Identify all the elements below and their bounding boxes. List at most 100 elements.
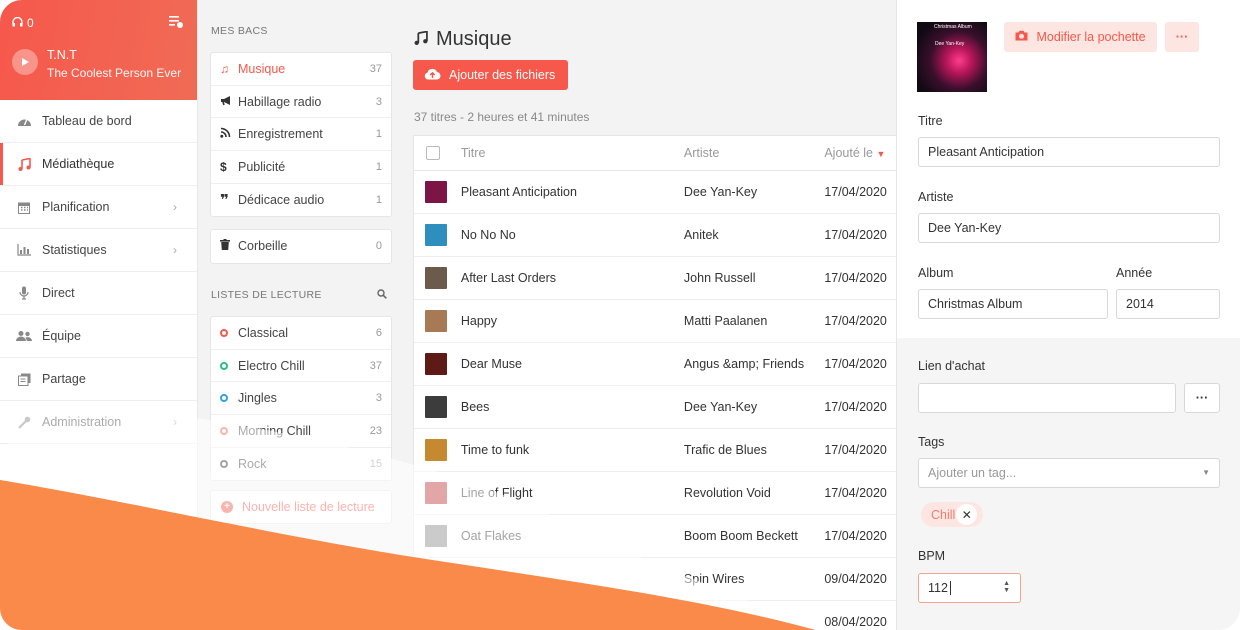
nav-item-team[interactable]: Équipe bbox=[0, 315, 197, 358]
track-artist: John Russell bbox=[683, 271, 756, 285]
playlist-count: 6 bbox=[375, 326, 382, 339]
search-icon[interactable] bbox=[377, 289, 387, 302]
column-added-label: Ajouté le bbox=[824, 146, 873, 160]
table-row[interactable]: Oat Flakes Boom Boom Beckett 17/04/2020 bbox=[414, 515, 902, 558]
playlist-item[interactable]: Rock 15 bbox=[211, 448, 391, 481]
bin-label: Publicité bbox=[238, 159, 286, 174]
playlist-count: 15 bbox=[369, 458, 382, 471]
track-artist: Dee Yan-Key bbox=[683, 185, 758, 199]
bin-item-audio-dedication[interactable]: ❞ Dédicace audio 1 bbox=[211, 184, 391, 217]
playlist-item[interactable]: Electro Chill 37 bbox=[211, 350, 391, 383]
remove-tag-icon[interactable]: ✕ bbox=[956, 504, 978, 525]
bin-count: 1 bbox=[375, 128, 382, 141]
add-files-button[interactable]: Ajouter des fichiers bbox=[413, 60, 569, 90]
bin-item-advertising[interactable]: $ Publicité 1 bbox=[211, 151, 391, 184]
table-row[interactable]: Time to funk Trafic de Blues 17/04/2020 bbox=[414, 429, 902, 472]
playlist-label: Jingles bbox=[238, 391, 277, 406]
nav-item-administration[interactable]: Administration › bbox=[0, 401, 197, 444]
nav-item-statistics[interactable]: Statistiques › bbox=[0, 229, 197, 272]
nav-item-label: Équipe bbox=[42, 329, 81, 343]
playlist-item[interactable]: Jingles 3 bbox=[211, 382, 391, 416]
select-all-checkbox[interactable] bbox=[426, 146, 440, 160]
playlist-label: Rock bbox=[238, 457, 267, 472]
table-row[interactable]: After Last Orders John Russell 17/04/2020 bbox=[414, 257, 902, 300]
nav-item-dashboard[interactable]: Tableau de bord bbox=[0, 100, 197, 143]
column-artist[interactable]: Artiste bbox=[684, 146, 824, 160]
playlists-header: LISTES DE LECTURE bbox=[199, 289, 387, 302]
track-thumbnail bbox=[425, 353, 447, 375]
track-thumbnail bbox=[425, 525, 447, 547]
queue-icon[interactable] bbox=[169, 15, 183, 31]
station-tagline: The Coolest Person Ever bbox=[47, 66, 182, 80]
nav-item-live[interactable]: Direct bbox=[0, 272, 197, 315]
track-date: 09/04/2020 bbox=[824, 572, 887, 586]
microphone-icon bbox=[16, 286, 32, 300]
table-body: Pleasant Anticipation Dee Yan-Key 17/04/20… bbox=[414, 171, 902, 630]
tracks-table: Titre Artiste Ajouté le ▼ Pleasant Antic… bbox=[413, 135, 903, 630]
library-summary: 37 titres - 2 heures et 41 minutes bbox=[414, 110, 590, 124]
nav-item-library[interactable]: Médiathèque bbox=[0, 143, 197, 186]
track-title: Happy bbox=[460, 314, 497, 328]
sidebar: 0 T.N.T The Coolest Person Ever Tableau … bbox=[0, 0, 198, 630]
trash-card: Corbeille 0 bbox=[210, 229, 392, 264]
add-files-label: Ajouter des fichiers bbox=[449, 68, 556, 82]
bin-label: Corbeille bbox=[238, 239, 288, 254]
column-added[interactable]: Ajouté le ▼ bbox=[824, 146, 902, 160]
track-title: Pleasant Anticipation bbox=[460, 185, 577, 199]
table-row[interactable]: Dear Muse Angus &amp; Friends 17/04/2020 bbox=[414, 343, 902, 386]
bpm-input[interactable]: 112 ▲ ▼ bbox=[918, 573, 1021, 603]
playlist-item[interactable]: Morning Chill 23 bbox=[211, 415, 391, 448]
column-title[interactable]: Titre bbox=[461, 146, 684, 160]
nav-item-share[interactable]: Partage bbox=[0, 358, 197, 401]
track-date: 17/04/2020 bbox=[824, 185, 887, 199]
track-date: 08/04/2020 bbox=[824, 615, 887, 629]
music-note-icon: ♫ bbox=[220, 61, 229, 76]
track-artist: Matti Paalanen bbox=[683, 314, 768, 328]
bpm-value: 112 bbox=[928, 581, 948, 595]
play-button[interactable] bbox=[12, 49, 38, 75]
table-row[interactable]: Line of Flight Revolution Void 17/04/2020 bbox=[414, 472, 902, 515]
headphones-icon bbox=[12, 16, 23, 30]
playlist-label: Electro Chill bbox=[238, 358, 305, 373]
buy-link-options-button[interactable]: ··· bbox=[1184, 383, 1220, 413]
tags-select[interactable]: Ajouter un tag... ▼ bbox=[918, 458, 1220, 488]
track-title: Line of Flight bbox=[460, 486, 533, 500]
title-input[interactable]: Pleasant Anticipation bbox=[918, 137, 1220, 167]
more-options-button[interactable]: ··· bbox=[1165, 22, 1199, 52]
year-input[interactable]: 2014 bbox=[1116, 289, 1220, 319]
music-note-icon bbox=[16, 157, 32, 171]
nav-item-planning[interactable]: Planification › bbox=[0, 186, 197, 229]
wrench-icon bbox=[16, 416, 32, 429]
bin-item-radio-imaging[interactable]: Habillage radio 3 bbox=[211, 86, 391, 119]
bin-count: 1 bbox=[375, 160, 382, 173]
playlist-item[interactable]: Classical 6 bbox=[211, 317, 391, 350]
bin-item-trash[interactable]: Corbeille 0 bbox=[211, 230, 391, 263]
number-stepper-icon[interactable]: ▲ ▼ bbox=[1003, 580, 1010, 594]
track-thumbnail bbox=[425, 482, 447, 504]
table-row[interactable]: Happy Matti Paalanen 17/04/2020 bbox=[414, 300, 902, 343]
table-row[interactable]: Spin Wires 09/04/2020 bbox=[414, 558, 902, 601]
table-row[interactable]: No No No Anitek 17/04/2020 bbox=[414, 214, 902, 257]
nav-item-label: Direct bbox=[42, 286, 75, 300]
page-title-text: Musique bbox=[436, 28, 512, 50]
table-row[interactable]: 08/04/2020 bbox=[414, 601, 902, 630]
playlists-section-label: LISTES DE LECTURE bbox=[211, 289, 322, 301]
bin-label: Musique bbox=[238, 61, 286, 76]
nav-item-label: Administration bbox=[42, 415, 122, 429]
album-input[interactable]: Christmas Album bbox=[918, 289, 1108, 319]
bin-count: 37 bbox=[369, 62, 382, 75]
table-row[interactable]: Bees Dee Yan-Key 17/04/2020 bbox=[414, 386, 902, 429]
bin-item-recording[interactable]: Enregistrement 1 bbox=[211, 118, 391, 152]
edit-cover-button[interactable]: Modifier la pochette bbox=[1004, 22, 1157, 52]
bins-column: MES BACS ♫ Musique 37 Habillage radio 3 … bbox=[199, 0, 399, 630]
track-title: Time to funk bbox=[460, 443, 530, 457]
buy-link-input[interactable] bbox=[918, 383, 1176, 413]
artist-label: Artiste bbox=[918, 190, 954, 204]
tag-label: Chill bbox=[931, 507, 956, 522]
new-playlist-button[interactable]: + Nouvelle liste de lecture bbox=[210, 490, 392, 524]
bin-item-music[interactable]: ♫ Musique 37 bbox=[211, 53, 391, 86]
playlist-count: 37 bbox=[369, 359, 382, 372]
buy-link-label: Lien d'achat bbox=[918, 359, 986, 373]
table-row[interactable]: Pleasant Anticipation Dee Yan-Key 17/04/20… bbox=[414, 171, 902, 214]
artist-input[interactable]: Dee Yan-Key bbox=[918, 213, 1220, 243]
